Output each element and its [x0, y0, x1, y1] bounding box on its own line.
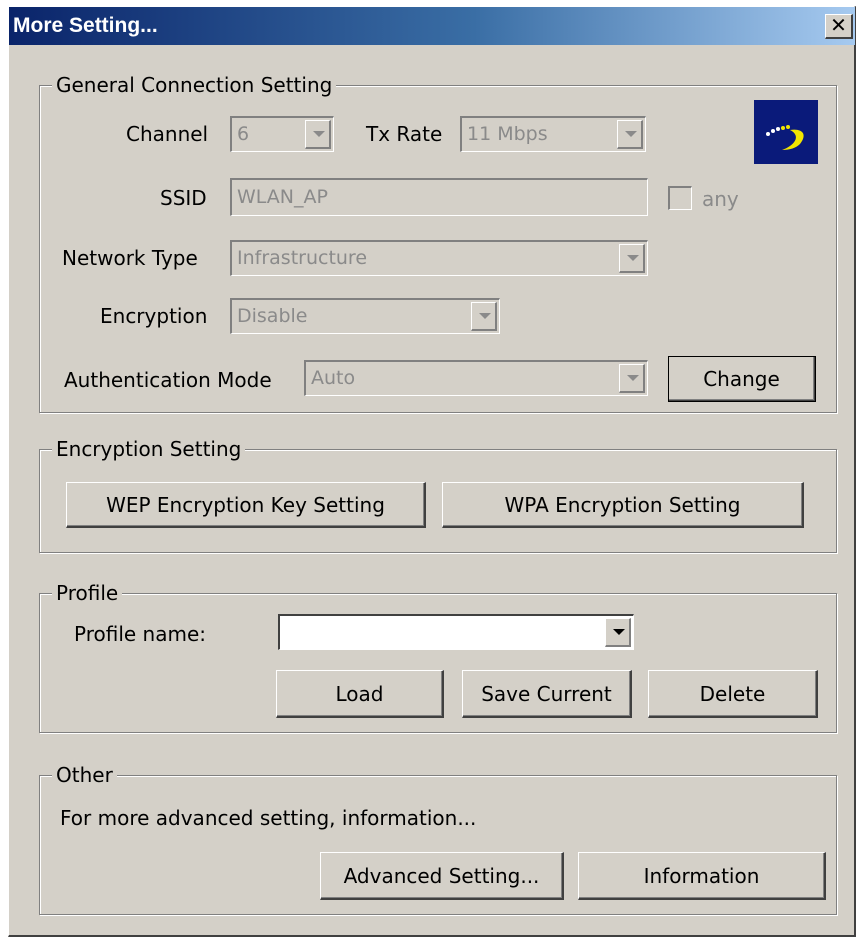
channel-label: Channel	[126, 122, 209, 146]
wireless-logo-icon	[754, 100, 818, 164]
profile-name-label: Profile name:	[74, 622, 207, 646]
chevron-down-icon[interactable]	[471, 302, 497, 331]
information-button[interactable]: Information	[578, 852, 826, 900]
more-setting-dialog: More Setting... ✕ General Connection Set…	[8, 6, 856, 937]
network-type-value: Infrastructure	[237, 247, 368, 269]
encryption-select[interactable]: Disable	[230, 298, 500, 334]
chevron-down-icon[interactable]	[617, 120, 643, 149]
other-group: Other For more advanced setting, informa…	[39, 763, 837, 915]
profile-legend: Profile	[52, 581, 123, 605]
chevron-down-icon[interactable]	[605, 618, 631, 647]
close-icon: ✕	[830, 13, 847, 37]
profile-group: Profile Profile name: Load Save Current …	[39, 581, 837, 733]
advanced-setting-button[interactable]: Advanced Setting...	[320, 852, 564, 900]
general-connection-group: General Connection Setting Channel 6 Tx …	[39, 73, 837, 413]
txrate-value: 11 Mbps	[467, 123, 548, 145]
auth-mode-select[interactable]: Auto	[304, 360, 648, 396]
close-button[interactable]: ✕	[825, 14, 853, 39]
txrate-select[interactable]: 11 Mbps	[460, 116, 646, 152]
encryption-setting-group: Encryption Setting WEP Encryption Key Se…	[39, 437, 837, 553]
auth-mode-value: Auto	[311, 367, 356, 389]
general-connection-legend: General Connection Setting	[52, 73, 337, 97]
encryption-value: Disable	[237, 305, 308, 327]
chevron-down-icon[interactable]	[619, 364, 645, 393]
network-type-select[interactable]: Infrastructure	[230, 240, 648, 276]
wep-key-setting-button[interactable]: WEP Encryption Key Setting	[66, 482, 426, 528]
wpa-encryption-setting-button[interactable]: WPA Encryption Setting	[442, 482, 804, 528]
ssid-input[interactable]: WLAN_AP	[230, 178, 648, 216]
load-button[interactable]: Load	[276, 670, 444, 718]
any-label: any	[702, 187, 739, 211]
change-button[interactable]: Change	[668, 356, 816, 402]
channel-select[interactable]: 6	[230, 116, 334, 152]
save-current-button[interactable]: Save Current	[462, 670, 632, 718]
profile-name-select[interactable]	[278, 614, 634, 650]
ssid-label: SSID	[160, 186, 207, 210]
encryption-setting-legend: Encryption Setting	[52, 437, 246, 461]
dialog-title: More Setting...	[13, 14, 158, 37]
channel-value: 6	[237, 123, 250, 145]
chevron-down-icon[interactable]	[305, 120, 331, 149]
title-bar[interactable]: More Setting... ✕	[9, 7, 855, 45]
delete-button[interactable]: Delete	[648, 670, 818, 718]
auth-mode-label: Authentication Mode	[64, 368, 272, 392]
other-legend: Other	[52, 763, 117, 787]
txrate-label: Tx Rate	[366, 122, 443, 146]
other-description: For more advanced setting, information..…	[60, 806, 477, 830]
ssid-value: WLAN_AP	[237, 186, 328, 208]
encryption-label: Encryption	[100, 304, 208, 328]
network-type-label: Network Type	[62, 246, 198, 270]
chevron-down-icon[interactable]	[619, 244, 645, 273]
any-checkbox[interactable]	[668, 186, 692, 210]
